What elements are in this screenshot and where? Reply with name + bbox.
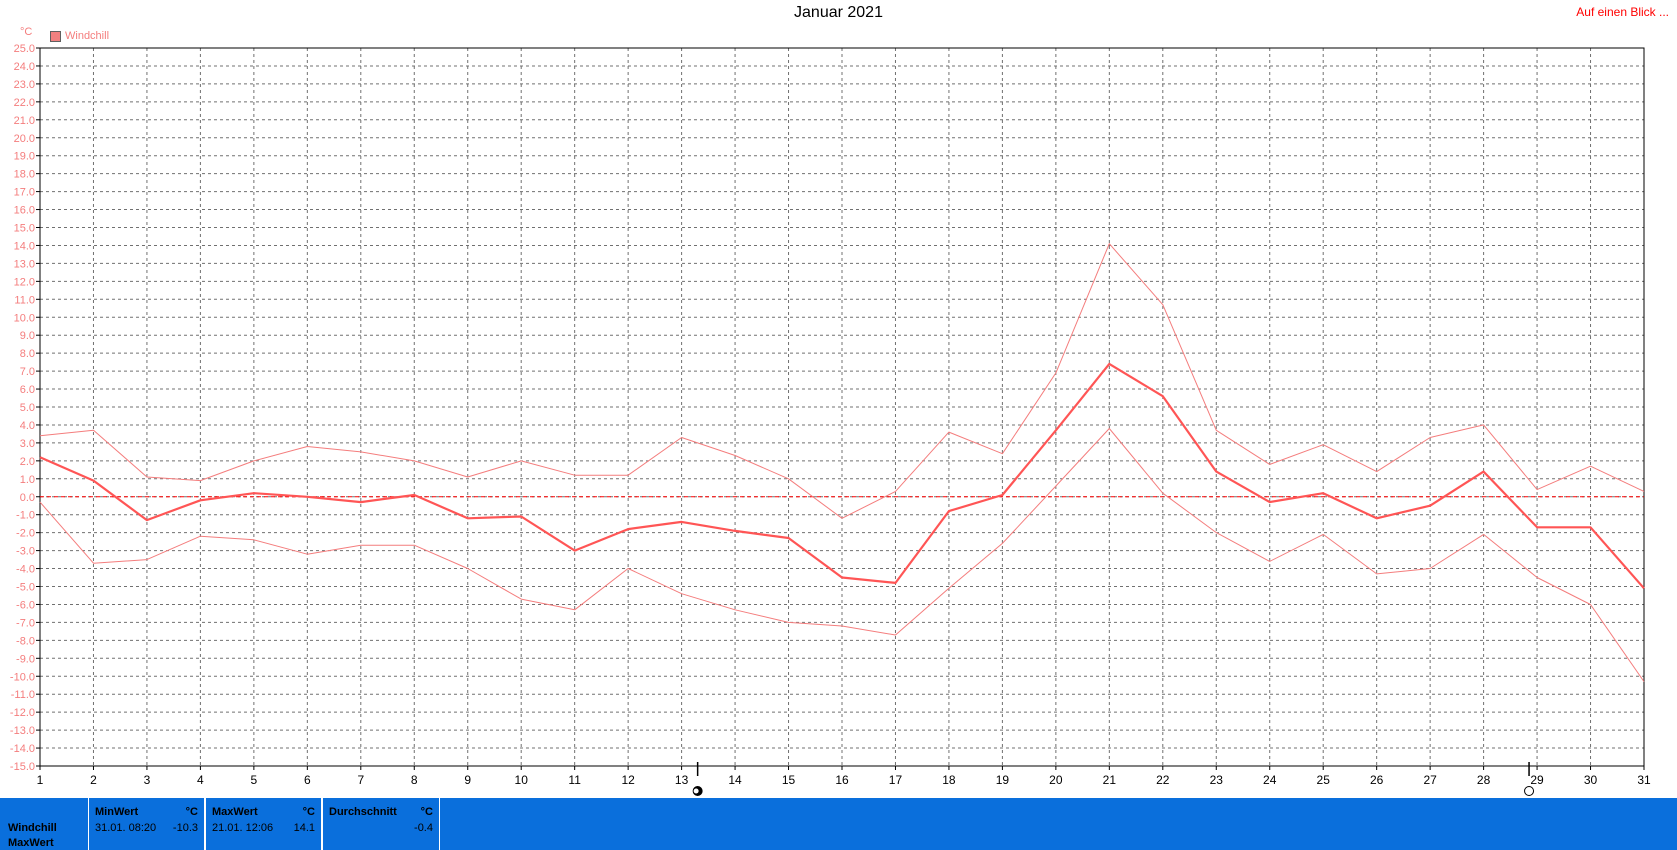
y-tick-label: 1.0 bbox=[20, 474, 35, 486]
stat-max-unit: °C bbox=[302, 806, 315, 818]
y-tick-label: 7.0 bbox=[20, 366, 35, 378]
y-tick-label: -6.0 bbox=[16, 599, 35, 611]
y-tick-label: 12.0 bbox=[14, 276, 35, 288]
full-moon-icon-highlight bbox=[693, 788, 699, 794]
chart-area: -15.0 -14.0 -13.0 -12.0 -11.0 -10.0 -9.0 -8.0 -7… bbox=[10, 43, 1651, 796]
y-tick-label: -3.0 bbox=[16, 546, 35, 558]
x-tick-label: 21 bbox=[1103, 773, 1117, 787]
overview-link[interactable]: Auf einen Blick ... bbox=[1576, 5, 1669, 19]
y-tick-label: -15.0 bbox=[10, 761, 35, 773]
stat-min-value: -10.3 bbox=[172, 822, 198, 834]
x-tick-label: 3 bbox=[144, 773, 151, 787]
x-tick-label: 12 bbox=[621, 773, 635, 787]
x-tick-label: 11 bbox=[568, 773, 581, 787]
legend: Windchill bbox=[50, 30, 109, 42]
y-tick-label: 13.0 bbox=[14, 258, 35, 270]
x-tick-label: 20 bbox=[1049, 773, 1063, 787]
y-tick-label: -9.0 bbox=[16, 653, 35, 665]
x-tick-label: 8 bbox=[411, 773, 418, 787]
y-tick-label: -11.0 bbox=[11, 689, 35, 701]
x-tick-label: 9 bbox=[464, 773, 471, 787]
y-tick-label: -12.0 bbox=[10, 707, 35, 719]
x-tick-label: 1 bbox=[37, 773, 44, 787]
x-tick-label: 31 bbox=[1637, 773, 1651, 787]
stats-row-label-windchill: Windchill bbox=[8, 822, 57, 834]
stat-min-date: 31.01. 08:20 bbox=[95, 822, 157, 834]
y-tick-label: 15.0 bbox=[14, 223, 35, 235]
stat-max-value: 14.1 bbox=[293, 822, 315, 834]
legend-label: Windchill bbox=[65, 30, 110, 42]
y-tick-label: 18.0 bbox=[14, 169, 35, 181]
y-tick-label: 8.0 bbox=[20, 348, 35, 360]
y-tick-label: -7.0 bbox=[16, 617, 35, 629]
y-tick-label: 24.0 bbox=[14, 61, 35, 73]
y-tick-label: -13.0 bbox=[10, 725, 35, 737]
x-tick-label: 25 bbox=[1317, 773, 1331, 787]
x-tick-label: 15 bbox=[782, 773, 796, 787]
x-tick-label: 28 bbox=[1477, 773, 1491, 787]
y-tick-label: -5.0 bbox=[16, 582, 35, 594]
x-tick-label: 26 bbox=[1370, 773, 1384, 787]
y-tick-label: 0.0 bbox=[20, 492, 35, 504]
y-tick-label: -8.0 bbox=[16, 635, 35, 647]
x-tick-label: 14 bbox=[728, 773, 742, 787]
y-tick-label: 23.0 bbox=[14, 79, 35, 91]
stat-box-max: MaxWert °C 21.01. 12:06 14.1 bbox=[205, 798, 322, 850]
y-tick-label: 6.0 bbox=[20, 384, 35, 396]
x-tick-label: 22 bbox=[1156, 773, 1170, 787]
y-tick-label: 2.0 bbox=[20, 456, 35, 468]
stats-row-label-maxwert: MaxWert bbox=[8, 837, 54, 849]
x-tick-label: 29 bbox=[1530, 773, 1544, 787]
y-tick-label: 19.0 bbox=[14, 151, 35, 163]
y-tick-label: 17.0 bbox=[14, 187, 35, 199]
stat-max-header: MaxWert bbox=[212, 806, 258, 818]
stat-box-avg: Durchschnitt °C -0.4 bbox=[322, 798, 440, 850]
x-tick-label: 30 bbox=[1584, 773, 1598, 787]
x-tick-label: 7 bbox=[357, 773, 364, 787]
stat-min-unit: °C bbox=[185, 806, 198, 818]
y-axis-unit: °C bbox=[20, 26, 33, 38]
x-tick-label: 13 bbox=[675, 773, 689, 787]
stat-box-min: MinWert °C 31.01. 08:20 -10.3 bbox=[88, 798, 205, 850]
y-tick-label: -1.0 bbox=[16, 510, 35, 522]
y-tick-label: 20.0 bbox=[14, 133, 35, 145]
x-tick-label: 16 bbox=[835, 773, 849, 787]
x-tick-label: 5 bbox=[251, 773, 258, 787]
y-tick-label: -10.0 bbox=[10, 671, 35, 683]
x-tick-label: 10 bbox=[515, 773, 529, 787]
stat-avg-unit: °C bbox=[420, 806, 433, 818]
y-tick-label: 5.0 bbox=[20, 402, 35, 414]
y-tick-label: -4.0 bbox=[16, 564, 35, 576]
x-tick-label: 18 bbox=[942, 773, 956, 787]
y-tick-label: 16.0 bbox=[14, 205, 35, 217]
y-tick-label: 10.0 bbox=[14, 312, 35, 324]
legend-swatch bbox=[50, 30, 61, 42]
x-tick-label: 24 bbox=[1263, 773, 1277, 787]
y-tick-label: -14.0 bbox=[10, 743, 35, 755]
stat-min-header: MinWert bbox=[95, 806, 139, 818]
x-tick-label: 4 bbox=[197, 773, 204, 787]
x-tick-label: 23 bbox=[1210, 773, 1224, 787]
x-tick-label: 27 bbox=[1423, 773, 1437, 787]
y-tick-label: 11.0 bbox=[14, 294, 35, 306]
stat-avg-header: Durchschnitt bbox=[329, 806, 397, 818]
y-tick-label: 9.0 bbox=[20, 330, 35, 342]
y-tick-label: 21.0 bbox=[14, 115, 35, 127]
y-tick-label: 3.0 bbox=[20, 438, 35, 450]
y-tick-label: -2.0 bbox=[16, 528, 35, 540]
x-tick-label: 19 bbox=[996, 773, 1010, 787]
y-tick-label: 14.0 bbox=[14, 240, 35, 252]
new-moon-icon bbox=[1524, 786, 1535, 796]
y-tick-label: 22.0 bbox=[14, 97, 35, 109]
stat-avg-value: -0.4 bbox=[414, 822, 433, 834]
y-tick-label: 25.0 bbox=[14, 43, 35, 55]
chart-title: Januar 2021 bbox=[794, 4, 883, 21]
x-tick-label: 2 bbox=[90, 773, 97, 787]
y-tick-label: 4.0 bbox=[20, 420, 35, 432]
stats-bar: Windchill MaxWert MinWert °C 31.01. 08:2… bbox=[0, 798, 1677, 850]
x-tick-label: 17 bbox=[889, 773, 903, 787]
x-tick-label: 6 bbox=[304, 773, 311, 787]
stat-max-date: 21.01. 12:06 bbox=[212, 822, 274, 834]
